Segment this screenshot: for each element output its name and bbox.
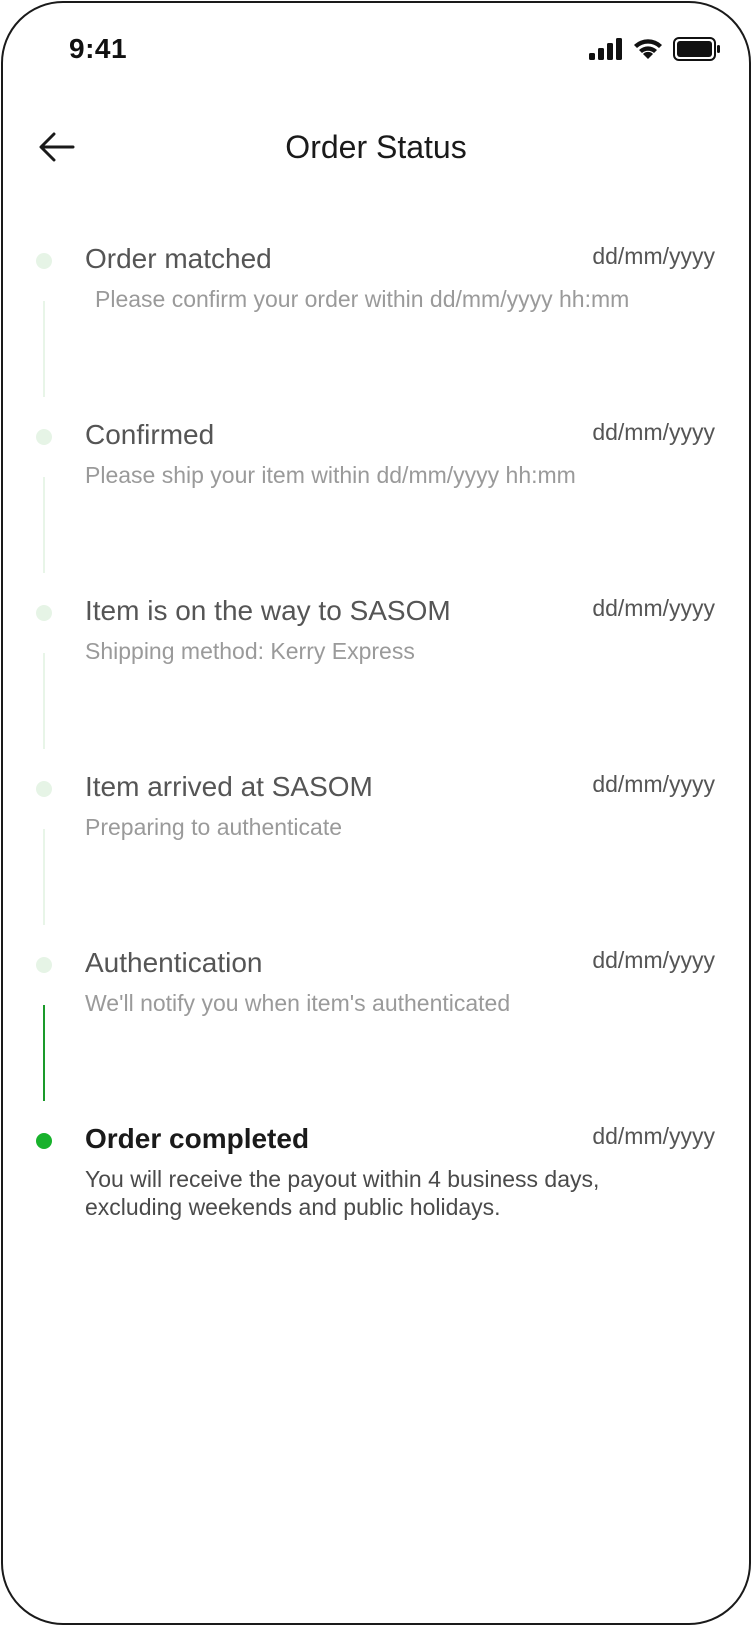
step-title: Confirmed [85, 419, 215, 450]
step-description: Preparing to authenticate [85, 814, 343, 840]
step-date: dd/mm/yyyy [592, 1123, 715, 1149]
timeline-step: Order matched dd/mm/yyyy Please confirm … [3, 233, 749, 409]
step-title: Item arrived at SASOM [85, 771, 373, 802]
step-title: Item is on the way to SASOM [85, 595, 451, 626]
step-connector [43, 477, 45, 573]
step-connector [43, 653, 45, 749]
order-status-timeline: Order matched dd/mm/yyyy Please confirm … [3, 233, 749, 1253]
step-date: dd/mm/yyyy [592, 595, 715, 621]
step-description: Please confirm your order within dd/mm/y… [95, 286, 630, 312]
page-title: Order Status [285, 129, 467, 165]
step-dot-active [36, 1133, 52, 1149]
phone-frame: 9:41 Order Status Order matched dd/mm/yy… [1, 1, 751, 1625]
timeline-step: Item arrived at SASOM dd/mm/yyyy Prepari… [3, 761, 749, 937]
step-dot [36, 429, 52, 445]
step-dot [36, 253, 52, 269]
step-title: Order matched [85, 243, 272, 274]
battery-icon [673, 37, 721, 66]
step-dot [36, 605, 52, 621]
step-description: Shipping method: Kerry Express [85, 638, 415, 664]
step-connector-active [43, 1005, 45, 1101]
timeline-step: Item is on the way to SASOM dd/mm/yyyy S… [3, 585, 749, 761]
app-header: Order Status [3, 113, 749, 185]
step-description: You will receive the payout within 4 bus… [85, 1166, 600, 1220]
step-title: Order completed [85, 1123, 310, 1154]
wifi-icon [633, 38, 663, 65]
signal-icon [589, 38, 623, 65]
step-date: dd/mm/yyyy [592, 947, 715, 973]
step-connector [43, 829, 45, 925]
timeline-step: Confirmed dd/mm/yyyy Please ship your it… [3, 409, 749, 585]
step-dot [36, 957, 52, 973]
step-date: dd/mm/yyyy [592, 419, 715, 445]
step-date: dd/mm/yyyy [592, 771, 715, 797]
status-bar: 9:41 [3, 3, 749, 99]
step-connector [43, 301, 45, 397]
step-description: Please ship your item within dd/mm/yyyy … [85, 462, 576, 488]
timeline-step: Authentication dd/mm/yyyy We'll notify y… [3, 937, 749, 1113]
step-description: We'll notify you when item's authenticat… [85, 990, 511, 1016]
status-time: 9:41 [69, 33, 128, 64]
step-dot [36, 781, 52, 797]
timeline-step-current: Order completed dd/mm/yyyy You will rece… [3, 1113, 749, 1253]
status-icons [589, 37, 721, 66]
step-date: dd/mm/yyyy [592, 243, 715, 269]
step-title: Authentication [85, 947, 263, 978]
